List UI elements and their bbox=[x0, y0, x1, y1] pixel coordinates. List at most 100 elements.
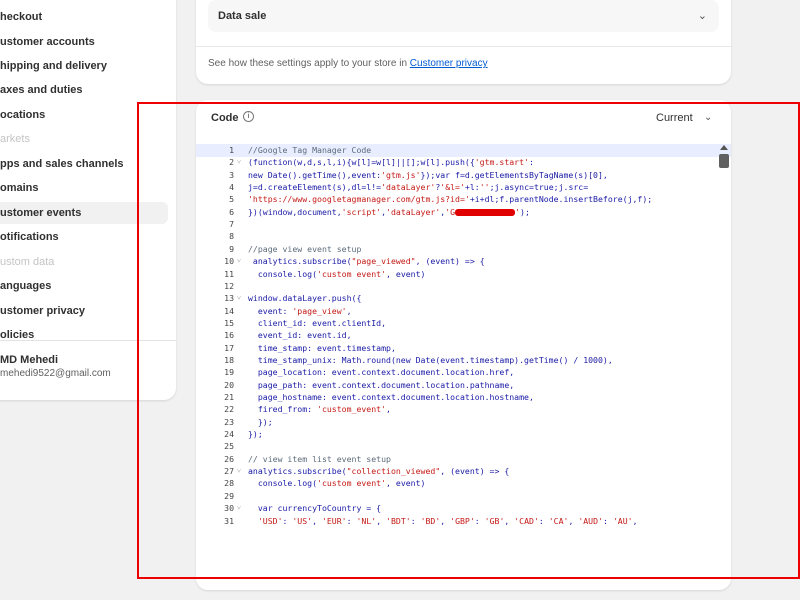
code-text: // view item list event setup bbox=[248, 453, 391, 466]
chevron-down-icon[interactable]: ⌄ bbox=[698, 9, 707, 22]
sidebar-item[interactable]: ustomer privacy bbox=[0, 300, 150, 322]
code-text: j=d.createElement(s),dl=l!='dataLayer'?'… bbox=[248, 181, 588, 194]
code-token: , bbox=[440, 515, 451, 526]
sidebar-item: ustom data bbox=[0, 251, 150, 273]
code-token: , (event) => { bbox=[415, 256, 485, 267]
code-token: +i+dl;f.parentNode.insertBefore(j,f); bbox=[469, 194, 653, 205]
code-line[interactable]: 18 time_stamp_unix: Math.round(new Date(… bbox=[196, 354, 731, 367]
sidebar-item[interactable]: ustomer accounts bbox=[0, 31, 150, 53]
line-number: 30 bbox=[224, 503, 234, 514]
code-token: time_stamp_unix: Math.round(new Date(eve… bbox=[248, 354, 613, 365]
code-line[interactable]: 21 page_hostname: event.context.document… bbox=[196, 391, 731, 404]
line-number: 6 bbox=[229, 206, 234, 217]
editor-scrollbar-thumb[interactable] bbox=[719, 154, 729, 168]
line-number: 19 bbox=[224, 367, 234, 378]
sidebar-item[interactable]: anguages bbox=[0, 275, 150, 297]
code-line[interactable]: 31 'USD': 'US', 'EUR': 'NL', 'BDT': 'BD'… bbox=[196, 515, 731, 528]
code-line[interactable]: 8 bbox=[196, 230, 731, 243]
fold-chevron-icon[interactable]: ˅ bbox=[237, 292, 241, 305]
customer-privacy-link[interactable]: Customer privacy bbox=[410, 58, 488, 69]
code-text: time_stamp_unix: Math.round(new Date(eve… bbox=[248, 354, 613, 367]
code-line[interactable]: 10 ˅ analytics.subscribe("page_viewed", (… bbox=[196, 255, 731, 268]
info-icon[interactable]: i bbox=[243, 111, 254, 122]
sidebar-item[interactable]: otifications bbox=[0, 226, 150, 248]
code-line[interactable]: 16 event_id: event.id, bbox=[196, 329, 731, 342]
code-line[interactable]: 25 bbox=[196, 440, 731, 453]
scroll-up-arrow-icon[interactable] bbox=[720, 145, 728, 150]
code-token: , bbox=[504, 515, 515, 526]
code-token: 'page_view' bbox=[292, 305, 347, 316]
code-line[interactable]: 26 // view item list event setup bbox=[196, 453, 731, 466]
code-text: }); bbox=[248, 428, 263, 441]
code-text: })(window,document,'script','dataLayer',… bbox=[248, 206, 530, 219]
chevron-down-icon[interactable]: ⌄ bbox=[704, 112, 712, 123]
code-token: , bbox=[346, 305, 352, 316]
code-line[interactable]: 27 ˅ analytics.subscribe("collection_viewe… bbox=[196, 465, 731, 478]
code-line[interactable]: 4 j=d.createElement(s),dl=l!='dataLayer'?… bbox=[196, 181, 731, 194]
code-token: });var f=d.getElementsByTagName(s)[0], bbox=[420, 169, 608, 180]
code-line[interactable]: 9 //page view event setup bbox=[196, 243, 731, 256]
code-token: '' bbox=[479, 182, 490, 193]
card-divider bbox=[196, 46, 731, 47]
code-line[interactable]: 15 client_id: event.clientId, bbox=[196, 317, 731, 330]
code-token: 'NL' bbox=[356, 515, 377, 526]
fold-chevron-icon[interactable]: ˅ bbox=[237, 255, 241, 268]
sidebar-item-label: ustomer privacy bbox=[0, 305, 85, 317]
code-line[interactable]: 11 console.log('custom event', event) bbox=[196, 268, 731, 281]
code-line[interactable]: 19 page_location: event.context.document… bbox=[196, 366, 731, 379]
code-line[interactable]: 22 fired_from: 'custom_event', bbox=[196, 403, 731, 416]
fold-chevron-icon[interactable]: ˅ bbox=[237, 502, 241, 515]
code-token: time_stamp: event.timestamp, bbox=[248, 342, 396, 353]
code-editor[interactable]: 1 //Google Tag Manager Code 2 ˅ (function(w,… bbox=[196, 144, 731, 590]
data-sale-label: Data sale bbox=[218, 10, 267, 22]
code-token: client_id: event.clientId, bbox=[248, 317, 387, 328]
sidebar-item[interactable]: ocations bbox=[0, 104, 150, 126]
code-token: 'dataLayer' bbox=[386, 206, 441, 217]
code-line[interactable]: 30 ˅ var currencyToCountry = { bbox=[196, 502, 731, 515]
code-token: 'https://www.googletagmanager.com/gtm.js… bbox=[248, 194, 470, 205]
code-text: //page view event setup bbox=[248, 243, 361, 256]
code-line[interactable]: 12 bbox=[196, 280, 731, 293]
sidebar-item[interactable]: omains bbox=[0, 177, 150, 199]
code-token: // view item list event setup bbox=[248, 453, 391, 464]
data-sale-row[interactable]: Data sale ⌄ bbox=[208, 0, 719, 32]
code-token: //Google Tag Manager Code bbox=[248, 145, 372, 155]
code-line[interactable]: 2 ˅ (function(w,d,s,l,i){w[l]=w[l]||[];w[l… bbox=[196, 156, 731, 169]
fold-chevron-icon[interactable]: ˅ bbox=[237, 465, 241, 478]
settings-sidebar: heckout ustomer accounts hipping and deliv… bbox=[0, 0, 176, 400]
code-token: 'custom_event' bbox=[317, 404, 387, 415]
code-text: event: 'page_view', bbox=[248, 305, 352, 318]
code-line[interactable]: 3 new Date().getTime(),event:'gtm.js'});v… bbox=[196, 169, 731, 182]
sidebar-item[interactable]: pps and sales channels bbox=[0, 153, 150, 175]
sidebar-item[interactable]: hipping and delivery bbox=[0, 55, 150, 77]
code-line[interactable]: 20 page_path: event.context.document.loc… bbox=[196, 379, 731, 392]
sidebar-item-label: heckout bbox=[0, 11, 43, 23]
sidebar-item[interactable]: ustomer events bbox=[0, 202, 168, 224]
code-token: '&l=' bbox=[440, 182, 465, 193]
code-line[interactable]: 13 ˅ window.dataLayer.push({ bbox=[196, 292, 731, 305]
code-line[interactable]: 24}); bbox=[196, 428, 731, 441]
code-token: var currencyToCountry = { bbox=[248, 503, 382, 514]
code-line[interactable]: 28 console.log('custom event', event) bbox=[196, 477, 731, 490]
code-line[interactable]: 17 time_stamp: event.timestamp, bbox=[196, 342, 731, 355]
sidebar-item[interactable]: heckout bbox=[0, 6, 150, 28]
code-line[interactable]: 7 bbox=[196, 218, 731, 231]
code-line[interactable]: 29 bbox=[196, 490, 731, 503]
code-text: time_stamp: event.timestamp, bbox=[248, 342, 396, 355]
code-line[interactable]: 23 }); bbox=[196, 416, 731, 429]
sidebar-item-label: omains bbox=[0, 182, 39, 194]
code-line[interactable]: 5 'https://www.googletagmanager.com/gtm.j… bbox=[196, 193, 731, 206]
code-line[interactable]: 1 //Google Tag Manager Code bbox=[196, 144, 731, 157]
version-select[interactable]: Current bbox=[656, 112, 693, 124]
line-number: 1 bbox=[229, 145, 234, 155]
code-line[interactable]: 14 event: 'page_view', bbox=[196, 305, 731, 318]
code-text: 'https://www.googletagmanager.com/gtm.js… bbox=[248, 193, 652, 206]
sidebar-item[interactable]: olicies bbox=[0, 324, 150, 346]
code-token: 'EUR' bbox=[321, 515, 347, 526]
line-number: 18 bbox=[224, 354, 234, 365]
fold-chevron-icon[interactable]: ˅ bbox=[237, 156, 241, 169]
code-text: page_location: event.context.document.lo… bbox=[248, 366, 514, 379]
code-text: page_hostname: event.context.document.lo… bbox=[248, 391, 534, 404]
sidebar-item[interactable]: axes and duties bbox=[0, 79, 150, 101]
code-line[interactable]: 6 })(window,document,'script','dataLayer'… bbox=[196, 206, 731, 219]
